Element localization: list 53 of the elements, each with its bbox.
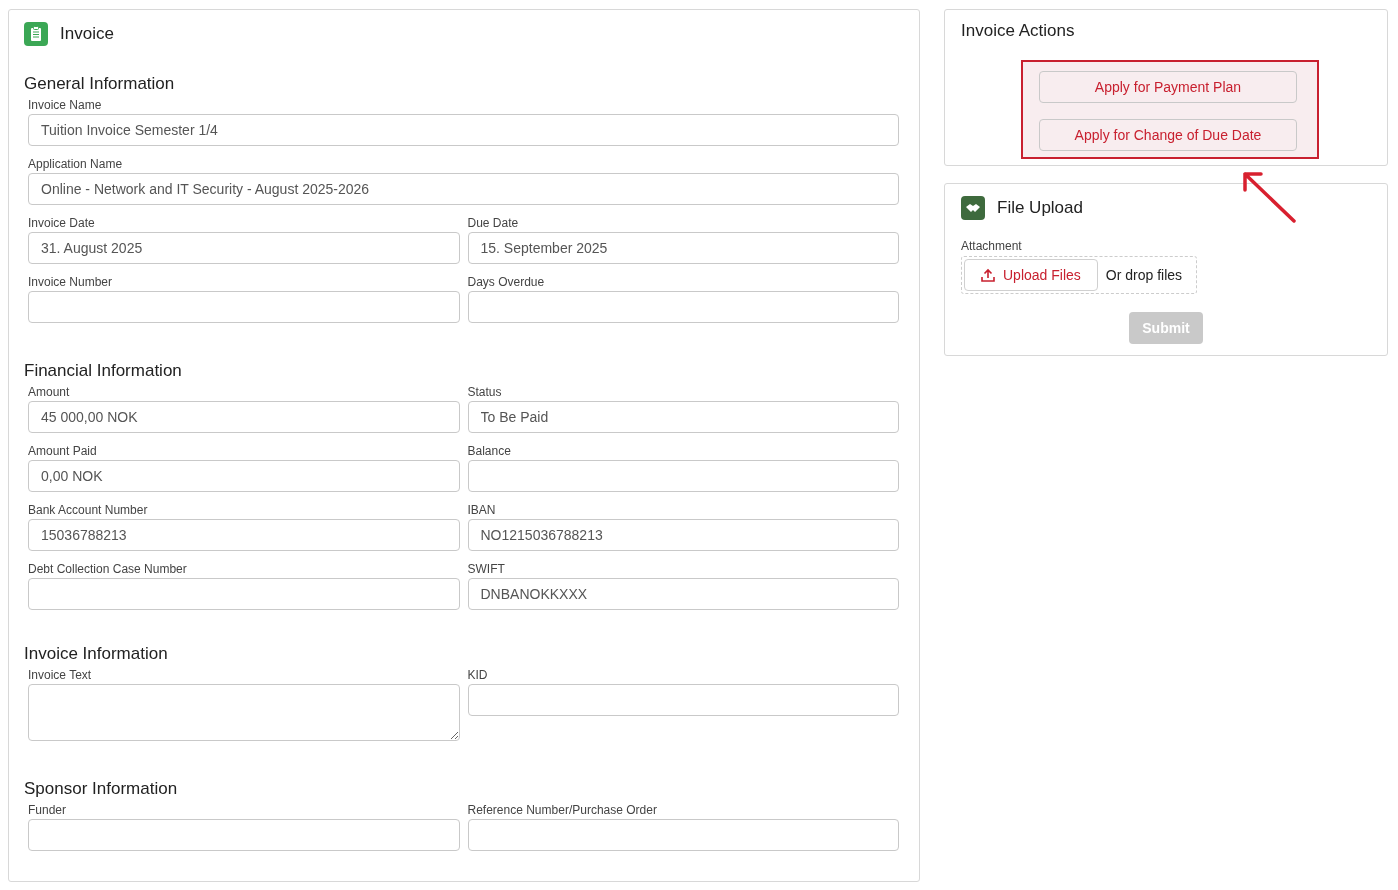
drop-hint: Or drop files [1105, 267, 1183, 283]
field-label: KID [467, 667, 489, 683]
input-field[interactable] [28, 819, 460, 851]
arrow-icon [1242, 171, 1298, 225]
field-label: Amount Paid [28, 443, 98, 459]
input-field[interactable] [467, 819, 899, 851]
drop-zone[interactable]: Upload Files Or drop files [961, 256, 1198, 294]
input-field[interactable]: 0,00 NOK [28, 460, 460, 492]
input-field[interactable] [467, 460, 899, 492]
input-field[interactable]: 45 000,00 NOK [28, 401, 460, 433]
field-label: Reference Number/Purchase Order [467, 802, 658, 818]
action-button[interactable]: Apply for Change of Due Date [1039, 119, 1297, 151]
field-label: SWIFT [467, 561, 506, 577]
input-field[interactable]: Tuition Invoice Semester 1/4 [28, 114, 899, 146]
input-field[interactable]: DNBANOKKXXX [467, 578, 899, 610]
upload-icon [981, 268, 995, 282]
field-label: Amount [28, 384, 71, 400]
field-label: Bank Account Number [28, 502, 149, 518]
field-label: Invoice Number [28, 274, 114, 290]
field-label: Attachment [961, 238, 1023, 254]
field-label: Application Name [28, 156, 124, 172]
input-field[interactable]: NO1215036788213 [467, 519, 899, 551]
input-field[interactable]: 31. August 2025 [28, 232, 460, 264]
field-label: Status [467, 384, 503, 400]
field-label: Funder [28, 802, 68, 818]
card-title: Invoice Actions [961, 21, 1076, 41]
input-field[interactable] [28, 291, 460, 323]
input-field[interactable] [467, 291, 899, 323]
card-title: Invoice [60, 24, 114, 44]
input-field[interactable] [467, 684, 899, 716]
field-label: Invoice Text [28, 667, 93, 683]
action-button[interactable]: Apply for Payment Plan [1039, 71, 1297, 103]
field-label: Invoice Date [28, 215, 96, 231]
handshake-icon [961, 196, 985, 220]
upload-button[interactable]: Upload Files [964, 259, 1098, 291]
text-area[interactable] [28, 684, 460, 741]
field-label: Debt Collection Case Number [28, 561, 188, 577]
input-field[interactable]: 15. September 2025 [467, 232, 899, 264]
field-label: Due Date [467, 215, 520, 231]
clipboard-icon [24, 22, 48, 46]
field-label: Balance [467, 443, 512, 459]
input-field[interactable]: To Be Paid [467, 401, 899, 433]
input-field[interactable]: Online - Network and IT Security - August 2025-2026 [28, 173, 899, 205]
section-heading: Financial Information [24, 361, 183, 381]
field-label: Invoice Name [28, 97, 103, 113]
section-heading: General Information [24, 74, 176, 94]
section-heading: Sponsor Information [24, 779, 179, 799]
section-heading: Invoice Information [24, 644, 169, 664]
input-field[interactable]: 15036788213 [28, 519, 460, 551]
card-title: File Upload [997, 198, 1083, 218]
input-field[interactable] [28, 578, 460, 610]
field-label: Days Overdue [467, 274, 546, 290]
field-label: IBAN [467, 502, 497, 518]
